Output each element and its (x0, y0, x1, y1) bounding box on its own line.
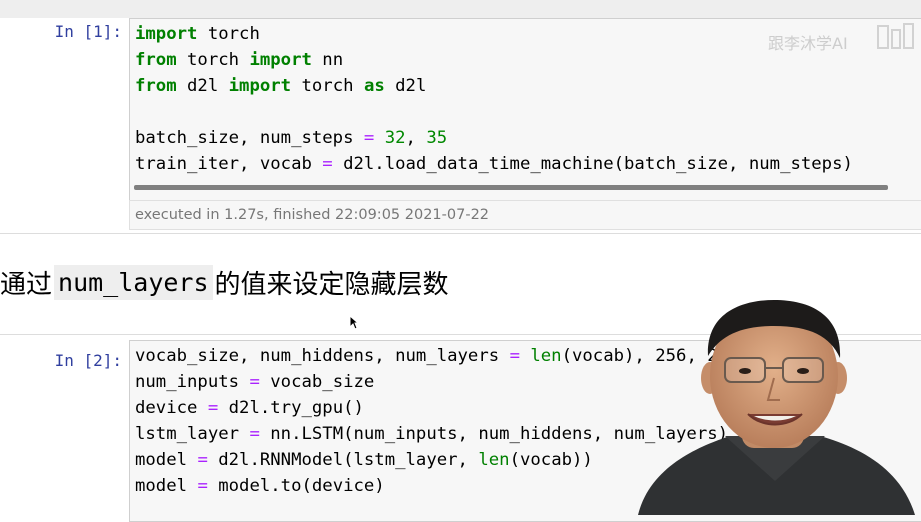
watermark-text: 跟李沐学AI (768, 34, 848, 53)
code-token: import (135, 24, 198, 44)
code-token: = (197, 450, 208, 470)
top-strip (0, 0, 921, 18)
code-token: d2l.try_gpu() (218, 398, 364, 418)
presenter-video-overlay (638, 300, 915, 515)
code-token: torch (197, 24, 260, 44)
code-line: from torch import nn (135, 50, 343, 70)
code-token: from (135, 50, 177, 70)
code-token: vocab_size (259, 372, 375, 392)
code-line: import torch (135, 24, 260, 44)
code-token: lstm_layer (135, 424, 250, 444)
code-token: model (135, 450, 198, 470)
code-token: = (509, 346, 520, 366)
code-line: device = d2l.try_gpu() (135, 398, 364, 418)
code-token: num_inputs (135, 372, 250, 392)
code-token: (vocab)) (509, 450, 593, 470)
markdown-heading: 通过 num_layers 的值来设定隐藏层数 (0, 262, 449, 302)
mouse-cursor-icon (349, 315, 359, 330)
code-line: from d2l import torch as d2l (135, 76, 426, 96)
code-token: nn (311, 50, 344, 70)
code-token: 35 (426, 128, 448, 148)
code-token: = (322, 154, 333, 174)
code-token: from (135, 76, 177, 96)
heading-prefix: 通过 (0, 269, 53, 300)
heading-code: num_layers (54, 264, 213, 300)
code-token: = (207, 398, 219, 418)
code-token: len (478, 450, 510, 470)
cell-divider (0, 233, 921, 234)
code-token: , (405, 128, 427, 148)
code-token: d2l (384, 76, 427, 96)
code-token: import (228, 76, 292, 96)
execution-info: executed in 1.27s, finished 22:09:05 202… (129, 200, 921, 230)
code-token: import (249, 50, 312, 70)
watermark-logo (877, 23, 914, 49)
code-token: device (135, 398, 208, 418)
code-token: as (363, 76, 385, 96)
code-token: train_iter, vocab (135, 154, 323, 174)
code-line: model = d2l.RNNModel(lstm_layer, len(voc… (135, 450, 593, 470)
code-token: vocab_size, num_hiddens, num_layers (135, 346, 510, 366)
execution-info-text: executed in 1.27s, finished 22:09:05 202… (135, 207, 490, 223)
code-token: torch (291, 76, 364, 96)
cell-2-prompt: In [2]: (54, 351, 122, 370)
code-token: = (249, 372, 260, 392)
code-token: d2l.load_data_time_machine(batch_size, n… (332, 154, 853, 174)
code-line: model = model.to(device) (135, 476, 385, 496)
code-token: = (249, 424, 260, 444)
code-token: torch (176, 50, 250, 70)
code-token: d2l (176, 76, 229, 96)
code-token: model (135, 476, 198, 496)
code-token: = (363, 128, 375, 148)
cell-1-prompt: In [1]: (54, 22, 122, 41)
code-line: num_inputs = vocab_size (135, 372, 374, 392)
code-token: 32 (384, 128, 406, 148)
code-token: model.to(device) (207, 476, 385, 496)
code-token: = (197, 476, 208, 496)
code-token: batch_size, num_steps (135, 128, 364, 148)
code-token: d2l.RNNModel(lstm_layer, (207, 450, 479, 470)
code-line: train_iter, vocab = d2l.load_data_time_m… (135, 154, 853, 174)
code-line: batch_size, num_steps = 32, 35 (135, 128, 447, 148)
horizontal-scrollbar[interactable] (134, 185, 888, 190)
heading-suffix: 的值来设定隐藏层数 (214, 269, 449, 300)
code-token: len (530, 346, 562, 366)
